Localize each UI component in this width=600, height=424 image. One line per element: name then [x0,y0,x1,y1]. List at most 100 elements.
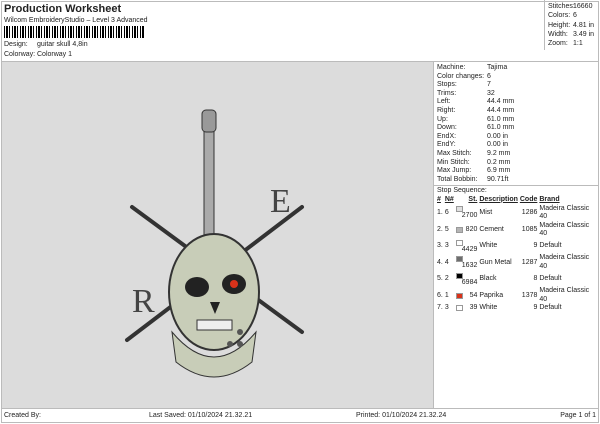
info-value: 6.9 mm [487,167,511,175]
stop-sequence-table: # N# St. Description Code Brand 1. 6 2700 Mist 128… [437,196,596,313]
table-row: 7. 3 39 White 9 Default [437,304,596,313]
brand: Default [539,304,562,312]
info-label: EndY: [437,141,456,149]
table-row: 5. 2 6984 Black 8 Default [437,272,596,288]
stitches: 39 [455,304,480,313]
info-value: 16660 [573,3,593,10]
needle-number: 1 [444,291,449,299]
description: Gun Metal [479,258,512,266]
info-row: EndY: 0.00 in [437,141,596,150]
stop-sequence: Stop Sequence: # N# St. Description Code Bran… [434,185,599,313]
needle-number: 4 [444,258,449,266]
info-label: Stops: [437,81,457,89]
info-label: Stitches: [548,3,575,10]
code: 9 [533,242,538,250]
code: 1286 [521,208,538,216]
column-header: N# [444,195,454,203]
stop-index: 3. [437,242,443,250]
info-row: Down: 61.0 mm [437,124,596,133]
info-value: 1:1 [573,40,583,48]
last-saved: Last Saved: 01/10/2024 21.32.21 [149,412,253,419]
info-row: Colors: 6 [548,11,597,20]
info-label: Right: [437,106,456,114]
table-row: 4. 4 1632 Gun Metal 1287 Madeira Classic 40 [437,254,596,271]
page-title: Production Worksheet [4,3,122,15]
color-swatch [455,305,463,312]
info-label: Total Bobbin: [437,175,478,183]
info-label: Zoom: [548,40,568,48]
stitches: 820 [455,222,480,239]
stop-index: 4. [437,258,443,266]
info-value: 6 [573,12,577,20]
code: 1287 [521,258,538,266]
design-value: guitar skull 4,8in [37,41,88,48]
info-row: Left: 44.4 mm [437,98,596,107]
stop-index: 1. [437,208,443,216]
info-label: Left: [437,98,451,106]
design-preview: R E [2,62,433,408]
column-header: Code [519,195,538,203]
stop-index: 5. [437,275,443,283]
info-value: 44.4 mm [487,98,515,106]
column-header: Brand [539,195,560,203]
description: Black [479,275,497,283]
info-value: 0.2 mm [487,158,511,166]
description: Mist [479,208,493,216]
stop-index: 6. [437,291,443,299]
column-header: # [437,195,441,203]
info-row: Width: 3.49 in [548,30,597,39]
barcode [4,26,144,38]
info-label: Trims: [437,89,457,97]
info-row: Zoom: 1:1 [548,39,597,48]
code: 1085 [521,225,538,233]
brand: Madeira Classic 40 [539,221,590,238]
design-label: Design: [4,41,28,48]
info-label: Min Stitch: [437,158,470,166]
info-value: 44.4 mm [487,106,515,114]
info-label: Height: [548,21,571,29]
needle-number: 6 [444,208,449,216]
info-label: Width: [548,30,568,38]
description: Cement [479,225,504,233]
info-row: Height: 4.81 in [548,21,597,30]
brand: Madeira Classic 40 [539,254,590,271]
table-row: 6. 1 54 Paprika 1378 Madeira Classic 40 [437,287,596,304]
info-row: Max Jump: 6.9 mm [437,167,596,176]
table-row: 2. 5 820 Cement 1085 Madeira Classic 40 [437,222,596,239]
info-value: 90.71ft [487,175,509,183]
info-value: Tajima [487,64,508,71]
info-row: Min Stitch: 0.2 mm [437,159,596,168]
code: 8 [533,275,538,283]
column-header: Description [479,195,518,203]
design-row: Design: guitar skull 4,8in [4,41,88,48]
stitches: 2700 [455,205,480,222]
footer: Created By: Last Saved: 01/10/2024 21.32… [1,408,599,423]
info-value: 4.81 in [573,21,595,29]
info-label: Down: [437,124,457,132]
colorway-value: Colorway 1 [37,51,73,58]
svg-text:E: E [270,183,291,220]
page-number: Page 1 of 1 [560,412,596,419]
brand: Default [539,242,562,250]
svg-text:R: R [132,283,155,320]
info-row: Total Bobbin: 90.71ft [437,176,596,185]
table-row: 1. 6 2700 Mist 1286 Madeira Classic 40 [437,205,596,222]
colorway-label: Colorway: [4,51,36,58]
stitches: 6984 [455,272,480,288]
info-row: Max Stitch: 9.2 mm [437,150,596,159]
stop-index: 2. [437,225,443,233]
stats-box: Stitches:16660 Colors: 6 Height: 4.81 in Widt… [544,0,600,50]
description: White [479,242,498,250]
needle-number: 3 [444,304,449,312]
needle-number: 2 [444,275,449,283]
info-label: Max Stitch: [437,149,472,157]
needle-number: 5 [444,225,449,233]
info-row: Right: 44.4 mm [437,107,596,116]
table-row: 3. 3 4429 White 9 Default [437,239,596,255]
info-row: Up: 61.0 mm [437,116,596,125]
printed-date: Printed: 01/10/2024 21.32.24 [356,412,447,419]
stop-sequence-title: Stop Sequence: [437,187,487,195]
info-label: EndX: [437,132,457,140]
color-swatch [455,226,463,233]
info-label: Up: [437,115,448,123]
